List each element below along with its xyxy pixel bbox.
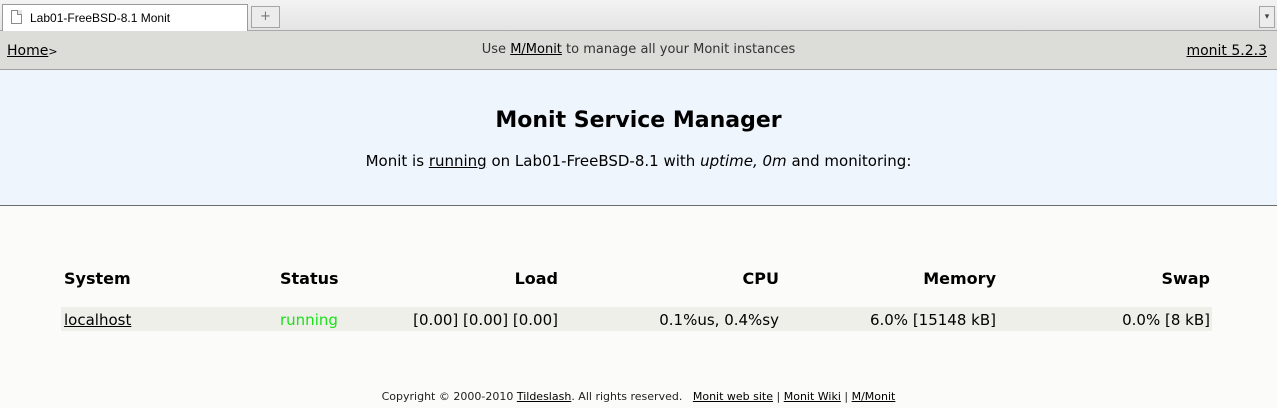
swap-value: 0.0% [8 kB] <box>1122 311 1210 329</box>
page-icon <box>11 10 22 24</box>
system-link-localhost[interactable]: localhost <box>64 311 131 329</box>
footer-separator: | <box>840 390 852 403</box>
browser-tab[interactable]: Lab01-FreeBSD-8.1 Monit <box>2 4 248 31</box>
footer: Copyright © 2000-2010 Tildeslash. All ri… <box>0 390 1277 403</box>
running-status-link[interactable]: running <box>429 152 487 170</box>
note-suffix: to manage all your Monit instances <box>561 42 796 57</box>
uptime-text: uptime, 0m <box>700 152 787 170</box>
top-nav-bar: Home> Use M/Monit to manage all your Mon… <box>0 31 1277 70</box>
monit-status-line: Monit is running on Lab01-FreeBSD-8.1 wi… <box>0 152 1277 170</box>
system-table-area: System Status Load CPU Memory Swap local… <box>0 206 1277 408</box>
copyright-prefix: Copyright © 2000-2010 <box>381 390 517 403</box>
column-header-cpu: CPU <box>742 269 779 288</box>
status-host: on Lab01-FreeBSD-8.1 with <box>486 152 701 170</box>
column-header-load: Load <box>514 269 558 288</box>
column-header-system: System <box>64 269 131 288</box>
monit-wiki-link[interactable]: Monit Wiki <box>784 390 841 403</box>
column-header-memory: Memory <box>923 269 996 288</box>
status-prefix: Monit is <box>365 152 429 170</box>
footer-separator: | <box>773 390 784 403</box>
status-badge: running <box>280 311 338 329</box>
page-title: Monit Service Manager <box>495 108 782 133</box>
cpu-value: 0.1%us, 0.4%sy <box>659 311 779 329</box>
version-link[interactable]: monit 5.2.3 <box>1186 43 1267 59</box>
footer-mmonit-link[interactable]: M/Monit <box>852 390 896 403</box>
browser-tab-strip: Lab01-FreeBSD-8.1 Monit + ▾ <box>0 0 1277 31</box>
load-value: [0.00] [0.00] [0.00] <box>413 311 558 329</box>
column-header-swap: Swap <box>1161 269 1210 288</box>
column-header-status: Status <box>280 269 339 288</box>
tab-title: Lab01-FreeBSD-8.1 Monit <box>30 11 171 25</box>
tildeslash-link[interactable]: Tildeslash <box>517 390 571 403</box>
monit-web-site-link[interactable]: Monit web site <box>693 390 773 403</box>
copyright-suffix: . All rights reserved. <box>571 390 683 403</box>
tab-list-dropdown-icon[interactable]: ▾ <box>1259 6 1275 28</box>
title-banner: Monit Service Manager Monit is running o… <box>0 70 1277 206</box>
status-suffix: and monitoring: <box>786 152 912 170</box>
mmonit-note: Use M/Monit to manage all your Monit ins… <box>0 42 1277 57</box>
memory-value: 6.0% [15148 kB] <box>869 311 996 329</box>
note-prefix: Use <box>481 42 511 57</box>
new-tab-button[interactable]: + <box>251 6 280 28</box>
mmonit-link[interactable]: M/Monit <box>510 42 562 57</box>
